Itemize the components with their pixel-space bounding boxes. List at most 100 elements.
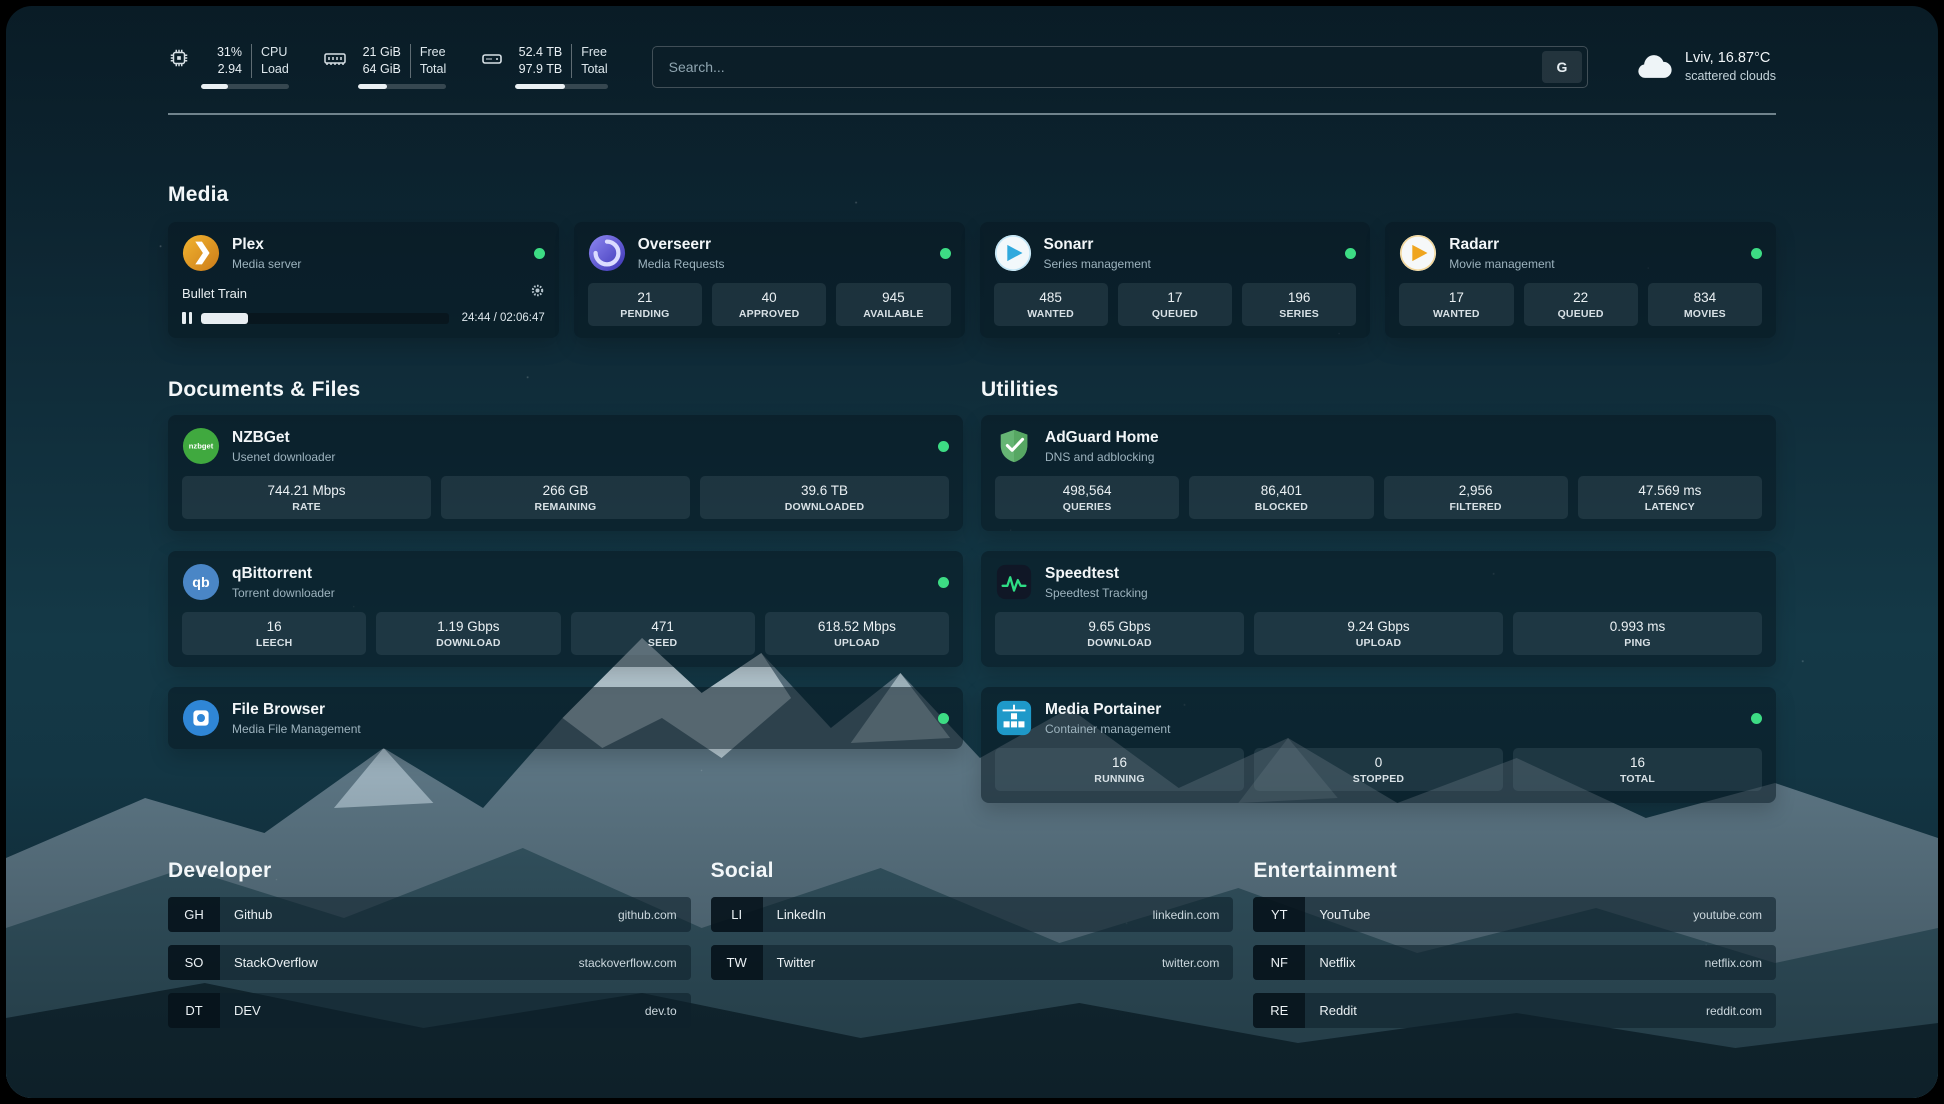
bookmark-name: DEV: [234, 1003, 261, 1018]
stat-queries: 498,564 QUERIES: [995, 476, 1179, 519]
bookmark-twitter[interactable]: TW Twitter twitter.com: [711, 945, 1234, 980]
stat-value: 47.569 ms: [1582, 483, 1758, 498]
stat-seed: 471 SEED: [571, 612, 755, 655]
bookmark-name: Reddit: [1319, 1003, 1357, 1018]
stat-value: 17: [1403, 290, 1509, 305]
app-description: Torrent downloader: [232, 586, 335, 600]
nzbget-card[interactable]: nzbget NZBGet Usenet downloader 744.21 M…: [168, 415, 963, 531]
plex-card[interactable]: Plex Media server Bullet Train: [168, 222, 559, 338]
stat-pending: 21 PENDING: [588, 283, 702, 326]
cpu-percent: 31%: [201, 44, 251, 61]
stat-value: 945: [840, 290, 946, 305]
stat-blocked: 86,401 BLOCKED: [1189, 476, 1373, 519]
bookmark-abbr: NF: [1253, 945, 1305, 980]
stat-value: 9.65 Gbps: [999, 619, 1240, 634]
bookmark-name: LinkedIn: [777, 907, 826, 922]
bookmark-sections: Developer GH Github github.com SO StackO…: [168, 859, 1776, 1028]
utilities-section-title: Utilities: [981, 378, 1776, 402]
bookmark-url: linkedin.com: [1153, 908, 1234, 922]
social-section-title: Social: [711, 859, 1234, 883]
bookmark-url: youtube.com: [1693, 908, 1776, 922]
bookmark-abbr: TW: [711, 945, 763, 980]
stat-label: AVAILABLE: [840, 308, 946, 320]
top-bar: 31% CPU 2.94 Load: [168, 44, 1776, 89]
app-name: File Browser: [232, 701, 361, 719]
social-section: Social LI LinkedIn linkedin.com TW Twitt…: [711, 859, 1234, 1028]
sonarr-icon: [994, 234, 1032, 272]
now-playing-title: Bullet Train: [182, 286, 247, 301]
weather-widget: Lviv, 16.87°C scattered clouds: [1636, 50, 1776, 83]
stat-label: WANTED: [998, 308, 1104, 320]
bookmark-netflix[interactable]: NF Netflix netflix.com: [1253, 945, 1776, 980]
memory-widget: 21 GiB Free 64 GiB Total: [323, 44, 446, 89]
stat-rate: 744.21 Mbps RATE: [182, 476, 431, 519]
stat-label: DOWNLOAD: [999, 637, 1240, 649]
pause-icon[interactable]: [182, 312, 192, 324]
stat-label: APPROVED: [716, 308, 822, 320]
bookmark-url: stackoverflow.com: [579, 956, 691, 970]
search-engine-badge[interactable]: G: [1542, 51, 1582, 83]
bookmark-name: YouTube: [1319, 907, 1370, 922]
stat-label: DOWNLOAD: [380, 637, 556, 649]
qbittorrent-card[interactable]: qb qBittorrent Torrent downloader 16: [168, 551, 963, 667]
radarr-card[interactable]: Radarr Movie management 17 WANTED 22 QUE…: [1385, 222, 1776, 338]
filebrowser-card[interactable]: File Browser Media File Management: [168, 687, 963, 749]
app-description: Movie management: [1449, 257, 1554, 271]
stat-label: PENDING: [592, 308, 698, 320]
media-section: Media Plex Media server: [168, 183, 1776, 338]
stat-value: 16: [999, 755, 1240, 770]
bookmark-linkedin[interactable]: LI LinkedIn linkedin.com: [711, 897, 1234, 932]
gear-icon[interactable]: [530, 283, 545, 303]
bookmark-name: Netflix: [1319, 955, 1355, 970]
bookmark-dev[interactable]: DT DEV dev.to: [168, 993, 691, 1028]
search-bar: G: [652, 46, 1588, 88]
dashboard-screen: 31% CPU 2.94 Load: [6, 6, 1938, 1098]
qbittorrent-icon: qb: [182, 563, 220, 601]
status-dot: [938, 577, 949, 588]
bookmark-name: StackOverflow: [234, 955, 318, 970]
app-name: Media Portainer: [1045, 701, 1170, 719]
playback-progress-bar[interactable]: [201, 313, 449, 324]
app-description: Media Requests: [638, 257, 725, 271]
stat-queued: 17 QUEUED: [1118, 283, 1232, 326]
speedtest-card[interactable]: Speedtest Speedtest Tracking 9.65 Gbps D…: [981, 551, 1776, 667]
system-stats: 31% CPU 2.94 Load: [168, 44, 608, 89]
app-name: Radarr: [1449, 236, 1554, 254]
stat-upload: 9.24 Gbps UPLOAD: [1254, 612, 1503, 655]
stat-value: 2,956: [1388, 483, 1564, 498]
search-input[interactable]: [653, 47, 1542, 87]
stat-value: 0.993 ms: [1517, 619, 1758, 634]
app-description: Container management: [1045, 722, 1170, 736]
stat-queued: 22 QUEUED: [1524, 283, 1638, 326]
svg-text:qb: qb: [192, 575, 210, 591]
bookmark-github[interactable]: GH Github github.com: [168, 897, 691, 932]
overseerr-card[interactable]: Overseerr Media Requests 21 PENDING 40 A…: [574, 222, 965, 338]
stat-label: UPLOAD: [1258, 637, 1499, 649]
stat-download: 9.65 Gbps DOWNLOAD: [995, 612, 1244, 655]
storage-progress-bar: [515, 84, 607, 89]
bookmark-name: Github: [234, 907, 272, 922]
sonarr-card[interactable]: Sonarr Series management 485 WANTED 17 Q…: [980, 222, 1371, 338]
header-divider: [168, 113, 1776, 115]
memory-free-value: 21 GiB: [358, 44, 410, 61]
adguard-card[interactable]: AdGuard Home DNS and adblocking 498,564 …: [981, 415, 1776, 531]
stat-label: TOTAL: [1517, 773, 1758, 785]
cloud-icon: [1636, 53, 1672, 80]
entertainment-section: Entertainment YT YouTube youtube.com NF …: [1253, 859, 1776, 1028]
stat-leech: 16 LEECH: [182, 612, 366, 655]
playback-time: 24:44 / 02:06:47: [462, 312, 545, 324]
hard-drive-icon: [480, 47, 504, 71]
cpu-label: CPU: [251, 44, 287, 61]
bookmark-stackoverflow[interactable]: SO StackOverflow stackoverflow.com: [168, 945, 691, 980]
portainer-icon: [995, 699, 1033, 737]
stat-value: 21: [592, 290, 698, 305]
stat-value: 16: [1517, 755, 1758, 770]
weather-condition: scattered clouds: [1685, 69, 1776, 83]
filebrowser-icon: [182, 699, 220, 737]
bookmark-youtube[interactable]: YT YouTube youtube.com: [1253, 897, 1776, 932]
cpu-load-value: 2.94: [201, 61, 251, 78]
memory-progress-bar: [358, 84, 446, 89]
weather-text: Lviv, 16.87°C scattered clouds: [1685, 50, 1776, 83]
portainer-card[interactable]: Media Portainer Container management 16 …: [981, 687, 1776, 803]
bookmark-reddit[interactable]: RE Reddit reddit.com: [1253, 993, 1776, 1028]
